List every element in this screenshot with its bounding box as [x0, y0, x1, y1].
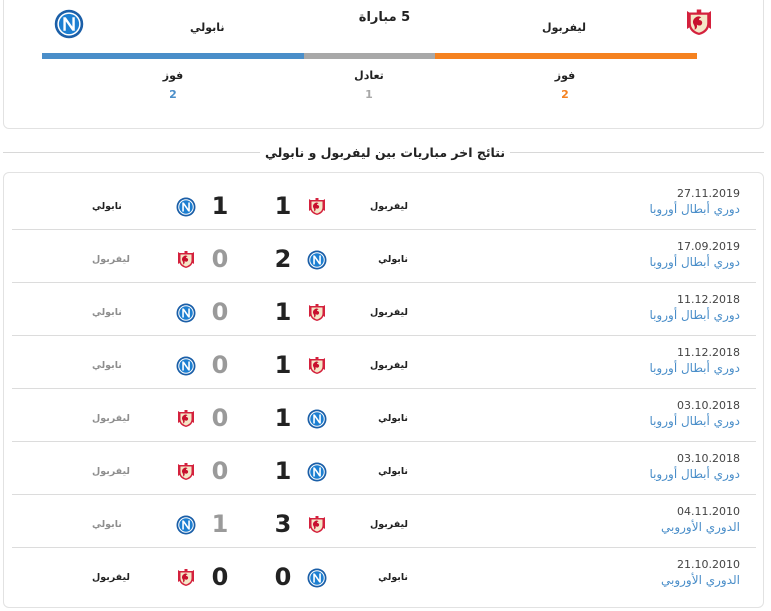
competition-link[interactable]: دوري أبطال أوروبا — [649, 255, 740, 269]
home-team-name[interactable]: ليفربول — [328, 307, 408, 318]
home-score: 3 — [274, 510, 292, 538]
home-score: 1 — [274, 404, 292, 432]
away-score: 0 — [211, 404, 229, 432]
match-row[interactable]: 03.10.2018 دوري أبطال أوروبا نابولي 1 0 ليفرب… — [12, 389, 756, 442]
liverpool-crest-icon — [176, 462, 196, 482]
match-row[interactable]: 11.12.2018 دوري أبطال أوروبا ليفربول 1 0 نابو… — [12, 283, 756, 336]
away-team-name[interactable]: نابولي — [92, 201, 170, 212]
match-row[interactable]: 21.10.2010 الدوري الأوروبي نابولي 0 0 ليفربول — [12, 548, 756, 601]
napoli-crest-icon — [307, 568, 327, 588]
away-win-count: 2 — [169, 88, 177, 101]
match-row[interactable]: 11.12.2018 دوري أبطال أوروبا ليفربول 1 0 نابو… — [12, 336, 756, 389]
away-score: 0 — [211, 351, 229, 379]
match-date: 21.10.2010 — [677, 558, 740, 571]
liverpool-crest-icon — [176, 250, 196, 270]
napoli-crest-icon — [176, 197, 196, 217]
section-title: نتائج اخر مباريات بين ليفربول و نابولي — [260, 143, 510, 162]
home-win-count: 2 — [561, 88, 569, 101]
home-team-name[interactable]: نابولي — [328, 466, 408, 477]
home-score: 1 — [274, 192, 292, 220]
liverpool-crest-icon — [176, 409, 196, 429]
napoli-crest-icon — [307, 409, 327, 429]
home-team-name[interactable]: ليفربول — [328, 201, 408, 212]
match-row[interactable]: 04.11.2010 الدوري الأوروبي ليفربول 3 1 نابولي — [12, 495, 756, 548]
napoli-crest-icon — [176, 515, 196, 535]
draws-bar — [304, 53, 435, 59]
away-score: 0 — [211, 245, 229, 273]
away-score: 0 — [211, 563, 229, 591]
away-team-name[interactable]: ليفربول — [92, 466, 170, 477]
away-team-name[interactable]: ليفربول — [92, 572, 170, 583]
away-team-name[interactable]: نابولي — [92, 360, 170, 371]
home-team-name[interactable]: ليفربول — [328, 360, 408, 371]
home-team-name[interactable]: نابولي — [328, 413, 408, 424]
match-results-list: 27.11.2019 دوري أبطال أوروبا ليفربول 1 1 نابو… — [3, 172, 764, 608]
away-score: 1 — [211, 510, 229, 538]
home-wins-bar — [435, 53, 697, 59]
home-score: 1 — [274, 298, 292, 326]
competition-link[interactable]: دوري أبطال أوروبا — [649, 361, 740, 375]
home-win-label: فوز — [554, 69, 576, 82]
home-score: 1 — [274, 351, 292, 379]
draw-label: تعادل — [354, 69, 384, 82]
competition-link[interactable]: الدوري الأوروبي — [661, 573, 740, 587]
match-date: 03.10.2018 — [677, 399, 740, 412]
match-row[interactable]: 27.11.2019 دوري أبطال أوروبا ليفربول 1 1 نابو… — [12, 177, 756, 230]
liverpool-crest-icon — [307, 356, 327, 376]
away-team-name[interactable]: نابولي — [92, 307, 170, 318]
match-date: 04.11.2010 — [677, 505, 740, 518]
napoli-crest-icon — [307, 250, 327, 270]
matches-count-title: 5 مباراة — [358, 10, 411, 25]
napoli-crest-icon — [176, 356, 196, 376]
away-team-name[interactable]: نابولي — [190, 21, 225, 34]
home-score: 2 — [274, 245, 292, 273]
away-score: 0 — [211, 298, 229, 326]
away-score: 1 — [211, 192, 229, 220]
match-date: 17.09.2019 — [677, 240, 740, 253]
competition-link[interactable]: الدوري الأوروبي — [661, 520, 740, 534]
liverpool-crest-icon — [307, 515, 327, 535]
head-to-head-summary: ليفربول 5 مباراة نابولي فوز 2 تعادل 1 فو… — [3, 0, 764, 129]
away-team-name[interactable]: نابولي — [92, 519, 170, 530]
liverpool-crest-icon — [307, 303, 327, 323]
match-row[interactable]: 17.09.2019 دوري أبطال أوروبا نابولي 2 0 ليفرب… — [12, 230, 756, 283]
away-win-label: فوز — [162, 69, 184, 82]
napoli-crest-icon — [176, 303, 196, 323]
match-date: 11.12.2018 — [677, 293, 740, 306]
napoli-crest-icon — [307, 462, 327, 482]
away-team-name[interactable]: ليفربول — [92, 413, 170, 424]
match-row[interactable]: 03.10.2018 دوري أبطال أوروبا نابولي 1 0 ليفرب… — [12, 442, 756, 495]
competition-link[interactable]: دوري أبطال أوروبا — [649, 308, 740, 322]
away-team-name[interactable]: ليفربول — [92, 254, 170, 265]
away-score: 0 — [211, 457, 229, 485]
napoli-crest-icon[interactable] — [54, 9, 84, 39]
home-team-name[interactable]: ليفربول — [328, 519, 408, 530]
liverpool-crest-icon — [307, 197, 327, 217]
competition-link[interactable]: دوري أبطال أوروبا — [649, 414, 740, 428]
competition-link[interactable]: دوري أبطال أوروبا — [649, 202, 740, 216]
away-wins-bar — [42, 53, 304, 59]
home-team-name[interactable]: نابولي — [328, 572, 408, 583]
draw-count: 1 — [365, 88, 373, 101]
match-date: 27.11.2019 — [677, 187, 740, 200]
home-team-name[interactable]: نابولي — [328, 254, 408, 265]
match-date: 11.12.2018 — [677, 346, 740, 359]
home-score: 1 — [274, 457, 292, 485]
match-date: 03.10.2018 — [677, 452, 740, 465]
competition-link[interactable]: دوري أبطال أوروبا — [649, 467, 740, 481]
liverpool-crest-icon — [176, 568, 196, 588]
home-score: 0 — [274, 563, 292, 591]
